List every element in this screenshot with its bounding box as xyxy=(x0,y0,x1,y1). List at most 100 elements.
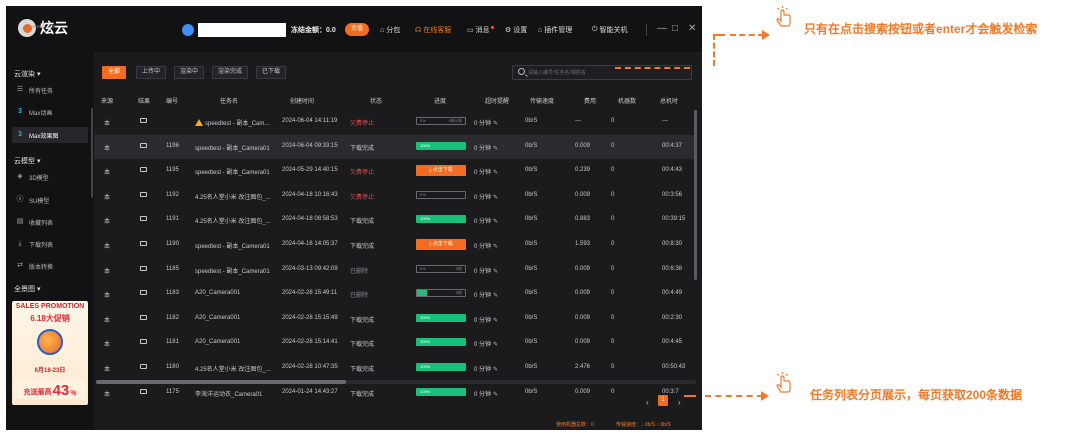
folder-icon[interactable] xyxy=(140,388,147,394)
tab-uploading[interactable]: 上传中 xyxy=(136,66,167,79)
nav-messages[interactable]: ▭ 消息 xyxy=(467,25,494,35)
table-row[interactable]: 本 1196 speedtest - 副本_Camera01 2024-06-04 0… xyxy=(94,134,694,159)
table-row[interactable]: 本 1185 speedtest - 副本_Camera01 2024-03-13 0… xyxy=(94,258,694,282)
task-name[interactable]: 4.25名人堂小米 改注图包_... xyxy=(195,192,271,201)
nav-smart-shutdown[interactable]: ⏻ 智能关机 xyxy=(592,25,628,35)
folder-icon[interactable] xyxy=(140,241,147,246)
column-task-name[interactable]: 任务名 xyxy=(220,96,238,105)
tab-rendering[interactable]: 渲染中 xyxy=(174,66,205,79)
nav-settings[interactable]: ⚙ 设置 xyxy=(505,25,527,35)
sidebar-item-collection[interactable]: ▤ 收藏列表 xyxy=(12,214,88,230)
edit-icon[interactable]: ✎ xyxy=(493,391,498,398)
timeout-reminder[interactable]: 0 分钟 ✎ xyxy=(474,118,498,127)
sidebar-item-3d-model[interactable]: ◈ 3D模型 xyxy=(12,169,88,185)
table-row[interactable]: 本 1175 李海洋运动衣_Camera01 2024-01-24 14:43:27 下… xyxy=(94,381,694,405)
task-name[interactable]: speedtest - 副本_Camera01 xyxy=(195,167,270,176)
column-status[interactable]: 状态 xyxy=(370,96,382,105)
group-cloud-model[interactable]: 云模型 ▾ xyxy=(14,156,40,166)
search-icon[interactable] xyxy=(518,68,525,75)
folder-icon[interactable] xyxy=(140,167,147,173)
timeout-reminder[interactable]: 0 分钟 ✎ xyxy=(474,290,498,299)
sidebar-item-su-model[interactable]: ⓢ SU模型 xyxy=(12,192,88,208)
task-name[interactable]: A20_Camera001 xyxy=(195,339,240,345)
timeout-reminder[interactable]: 0 分钟 ✎ xyxy=(474,364,498,373)
page-1-button[interactable]: 1 xyxy=(658,395,668,406)
group-panorama[interactable]: 全景图 ▾ xyxy=(14,284,40,294)
task-name[interactable]: 李海洋运动衣_Camera01 xyxy=(195,389,262,398)
prev-page-button[interactable]: ‹ xyxy=(646,398,649,407)
folder-icon[interactable] xyxy=(140,142,147,148)
download-button[interactable]: ⤓ 点击下载 xyxy=(416,165,466,177)
next-page-button[interactable]: › xyxy=(678,398,681,407)
task-name[interactable]: speedtest - 副本_Camera01 xyxy=(195,143,270,152)
table-row[interactable]: 本 1180 4.25名人堂小米 改注图包_... 2024-02-28 10:47:… xyxy=(94,356,694,380)
table-row[interactable]: 本 1182 A20_Camera001 2024-02-28 15:15:49 下载完… xyxy=(94,307,694,331)
table-row[interactable]: 本 speedtest - 副本_Cam... 2024-06-04 14:11:1… xyxy=(94,110,694,134)
task-name[interactable]: speedtest - 副本_Camera01 xyxy=(195,241,270,250)
nav-plugin-manager[interactable]: ⌂ 插件管理 xyxy=(538,25,572,35)
table-row[interactable]: 本 1191 4.25名人堂小米 改注图包_... 2024-04-18 08:58:… xyxy=(94,208,694,232)
timeout-reminder[interactable]: 0 分钟 ✎ xyxy=(474,192,498,201)
sidebar-item-version-convert[interactable]: ⇄ 版本转换 xyxy=(12,258,88,274)
timeout-reminder[interactable]: 0 分钟 ✎ xyxy=(474,167,498,176)
folder-icon[interactable] xyxy=(140,118,147,123)
tab-downloaded[interactable]: 已下载 xyxy=(256,66,287,79)
column-source[interactable]: 来源 xyxy=(101,96,113,105)
avatar[interactable] xyxy=(182,24,194,36)
edit-icon[interactable]: ✎ xyxy=(493,366,498,373)
edit-icon[interactable]: ✎ xyxy=(493,194,498,201)
folder-icon[interactable] xyxy=(140,290,147,296)
edit-icon[interactable]: ✎ xyxy=(493,317,498,324)
scroll-thumb[interactable] xyxy=(96,380,346,384)
download-button[interactable]: ⤓ 点击下载 xyxy=(416,239,466,250)
timeout-reminder[interactable]: 0 分钟 ✎ xyxy=(474,315,498,324)
table-row[interactable]: 本 1190 speedtest - 副本_Camera01 2024-04-16 1… xyxy=(94,233,694,257)
folder-icon[interactable] xyxy=(140,339,147,345)
edit-icon[interactable]: ✎ xyxy=(493,145,498,152)
folder-icon[interactable] xyxy=(140,216,147,222)
sidebar-item-max-effect[interactable]: 3 Max效果图 xyxy=(12,127,88,143)
nav-package[interactable]: ⌂ 分包 xyxy=(380,25,400,35)
folder-icon[interactable] xyxy=(140,191,147,197)
edit-icon[interactable]: ✎ xyxy=(493,341,498,348)
close-button[interactable]: ✕ xyxy=(688,23,696,34)
tab-all[interactable]: 全部 xyxy=(102,66,127,79)
edit-icon[interactable]: ✎ xyxy=(493,169,498,176)
sidebar-item-all-tasks[interactable]: ☰ 所有任务 xyxy=(12,82,88,98)
task-name[interactable]: A20_Camera001 xyxy=(195,315,240,321)
timeout-reminder[interactable]: 0 分钟 ✎ xyxy=(474,143,498,152)
folder-icon[interactable] xyxy=(140,314,147,320)
task-name[interactable]: speedtest - 副本_Camera01 xyxy=(195,266,270,275)
maximize-button[interactable]: □ xyxy=(672,23,678,34)
folder-icon[interactable] xyxy=(140,364,147,369)
column-machines[interactable]: 机器数 xyxy=(618,96,636,105)
timeout-reminder[interactable]: 0 分钟 ✎ xyxy=(474,266,498,275)
table-row[interactable]: 本 1183 A20_Camera001 2024-02-28 15:49:11 已删除… xyxy=(94,282,694,306)
group-cloud-render[interactable]: 云渲染 ▾ xyxy=(14,69,40,79)
table-vertical-scrollbar[interactable] xyxy=(694,110,697,280)
task-name[interactable]: speedtest - 副本_Cam... xyxy=(195,118,269,127)
search-input[interactable] xyxy=(528,68,688,77)
tab-render-complete[interactable]: 渲染完成 xyxy=(212,66,249,79)
column-create-time[interactable]: 创建时间 xyxy=(290,96,314,105)
sidebar-scrollbar[interactable] xyxy=(91,108,93,198)
task-name[interactable]: 4.25名人堂小米 改注图包_... xyxy=(195,364,271,373)
minimize-button[interactable]: — xyxy=(657,23,667,34)
edit-icon[interactable]: ✎ xyxy=(493,243,498,250)
recharge-button[interactable]: 充值 xyxy=(345,23,369,36)
timeout-reminder[interactable]: 0 分钟 ✎ xyxy=(474,241,498,250)
nav-online-service[interactable]: ☊ 在线客服 xyxy=(415,25,451,35)
timeout-reminder[interactable]: 0 分钟 ✎ xyxy=(474,389,498,398)
column-id[interactable]: 编号 xyxy=(166,96,178,105)
sidebar-item-download-list[interactable]: ⤓ 下载列表 xyxy=(12,236,88,252)
table-horizontal-scrollbar[interactable] xyxy=(96,380,696,384)
promo-banner[interactable]: SALES PROMOTION 6.18大促销 6月18-23日 充送最高 43… xyxy=(12,301,88,405)
edit-icon[interactable]: ✎ xyxy=(493,268,498,275)
table-row[interactable]: 本 1195 speedtest - 副本_Camera01 2024-05-29 1… xyxy=(94,159,694,183)
edit-icon[interactable]: ✎ xyxy=(493,218,498,225)
task-name[interactable]: 4.25名人堂小米 改注图包_... xyxy=(195,216,271,225)
edit-icon[interactable]: ✎ xyxy=(493,120,498,127)
table-row[interactable]: 本 1192 4.25名人堂小米 改注图包_... 2024-04-18 10:16:… xyxy=(94,184,694,208)
task-name[interactable]: A20_Camera001 xyxy=(195,290,240,296)
timeout-reminder[interactable]: 0 分钟 ✎ xyxy=(474,216,498,225)
